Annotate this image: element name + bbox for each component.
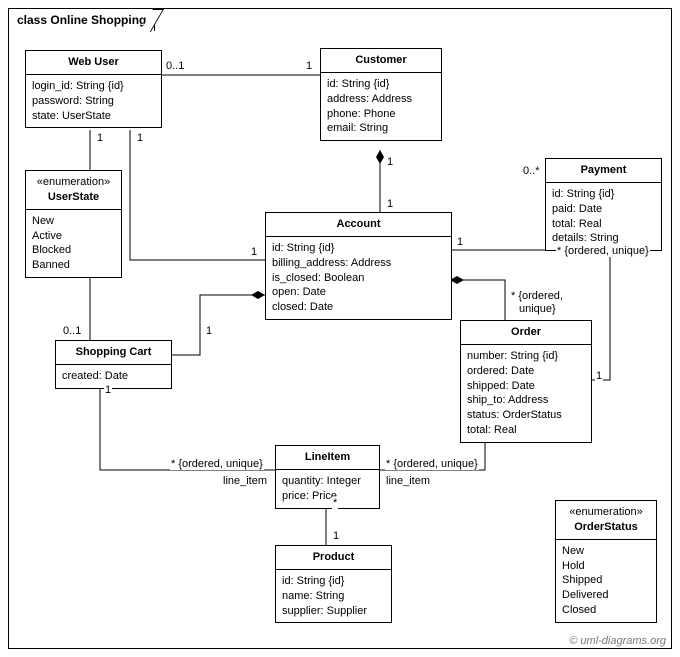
attr: phone: Phone (327, 107, 435, 122)
attr: status: OrderStatus (467, 408, 585, 423)
package-tab: class Online Shopping (8, 8, 155, 31)
attr: id: String {id} (272, 241, 445, 256)
class-title: «enumeration» UserState (26, 171, 121, 210)
class-order: Order number: String {id} ordered: Date … (460, 320, 592, 443)
attr: Banned (32, 258, 115, 273)
attr: number: String {id} (467, 349, 585, 364)
attr: details: String (552, 231, 655, 246)
mult-label: 1 (104, 384, 112, 396)
constraint-label: * {ordered, unique} (556, 245, 650, 257)
class-attrs: New Active Blocked Banned (26, 210, 121, 277)
attr: price: Price (282, 489, 373, 504)
role-label: line_item (385, 475, 431, 487)
role-label: line_item (222, 475, 268, 487)
attr: paid: Date (552, 202, 655, 217)
class-web-user: Web User login_id: String {id} password:… (25, 50, 162, 128)
class-title: Web User (26, 51, 161, 75)
enum-user-state: «enumeration» UserState New Active Block… (25, 170, 122, 278)
attr: email: String (327, 121, 435, 136)
attr: name: String (282, 589, 385, 604)
attr: created: Date (62, 369, 165, 384)
class-attrs: number: String {id} ordered: Date shippe… (461, 345, 591, 442)
class-title: Account (266, 213, 451, 237)
attr: Hold (562, 559, 650, 574)
attr: Active (32, 229, 115, 244)
class-customer: Customer id: String {id} address: Addres… (320, 48, 442, 141)
class-title: LineItem (276, 446, 379, 470)
attr: New (562, 544, 650, 559)
class-attrs: id: String {id} paid: Date total: Real d… (546, 183, 661, 250)
attr: open: Date (272, 285, 445, 300)
credit-text: © uml-diagrams.org (569, 635, 666, 647)
attr: Delivered (562, 588, 650, 603)
class-attrs: id: String {id} billing_address: Address… (266, 237, 451, 319)
attr: billing_address: Address (272, 256, 445, 271)
attr: quantity: Integer (282, 474, 373, 489)
attr: is_closed: Boolean (272, 271, 445, 286)
class-payment: Payment id: String {id} paid: Date total… (545, 158, 662, 251)
attr: login_id: String {id} (32, 79, 155, 94)
class-title: Shopping Cart (56, 341, 171, 365)
mult-label: 1 (305, 60, 313, 72)
class-product: Product id: String {id} name: String sup… (275, 545, 392, 623)
class-title: Order (461, 321, 591, 345)
mult-label: 1 (386, 156, 394, 168)
attr: state: UserState (32, 109, 155, 124)
class-attrs: quantity: Integer price: Price (276, 470, 379, 508)
enum-order-status: «enumeration» OrderStatus New Hold Shipp… (555, 500, 657, 623)
class-attrs: id: String {id} address: Address phone: … (321, 73, 441, 140)
mult-label: 0..1 (165, 60, 185, 72)
stereotype: «enumeration» (562, 505, 650, 520)
attr: Blocked (32, 243, 115, 258)
class-account: Account id: String {id} billing_address:… (265, 212, 452, 320)
mult-label: 1 (250, 246, 258, 258)
mult-label: 0..1 (62, 325, 82, 337)
attr: Closed (562, 603, 650, 618)
class-title: Payment (546, 159, 661, 183)
attr: id: String {id} (552, 187, 655, 202)
enum-name: UserState (48, 191, 99, 203)
uml-canvas: class Online Shopping (0, 0, 680, 657)
mult-label: 1 (136, 132, 144, 144)
mult-label: 1 (386, 198, 394, 210)
class-attrs: created: Date (56, 365, 171, 388)
mult-label: 1 (595, 370, 603, 382)
attr: shipped: Date (467, 379, 585, 394)
attr: total: Real (552, 217, 655, 232)
stereotype: «enumeration» (32, 175, 115, 190)
mult-label: 1 (96, 132, 104, 144)
attr: supplier: Supplier (282, 604, 385, 619)
mult-label: 1 (456, 236, 464, 248)
attr: total: Real (467, 423, 585, 438)
attr: password: String (32, 94, 155, 109)
constraint-label: * {ordered, unique} (385, 458, 479, 470)
package-keyword: class (17, 13, 47, 27)
class-shopping-cart: Shopping Cart created: Date (55, 340, 172, 389)
attr: id: String {id} (327, 77, 435, 92)
package-name: Online Shopping (50, 13, 146, 27)
mult-label: * (332, 497, 338, 509)
constraint-label: * {ordered, unique} (170, 458, 264, 470)
mult-label: 0..* (522, 165, 541, 177)
class-attrs: New Hold Shipped Delivered Closed (556, 540, 656, 622)
mult-label: 1 (205, 325, 213, 337)
class-title: Product (276, 546, 391, 570)
attr: ordered: Date (467, 364, 585, 379)
class-title: «enumeration» OrderStatus (556, 501, 656, 540)
constraint-label: unique} (518, 303, 557, 315)
attr: address: Address (327, 92, 435, 107)
class-title: Customer (321, 49, 441, 73)
mult-label: 1 (332, 530, 340, 542)
attr: id: String {id} (282, 574, 385, 589)
enum-name: OrderStatus (574, 521, 638, 533)
class-attrs: login_id: String {id} password: String s… (26, 75, 161, 128)
attr: ship_to: Address (467, 393, 585, 408)
attr: New (32, 214, 115, 229)
class-line-item: LineItem quantity: Integer price: Price (275, 445, 380, 509)
constraint-label: * {ordered, (510, 290, 564, 302)
attr: closed: Date (272, 300, 445, 315)
class-attrs: id: String {id} name: String supplier: S… (276, 570, 391, 623)
attr: Shipped (562, 573, 650, 588)
